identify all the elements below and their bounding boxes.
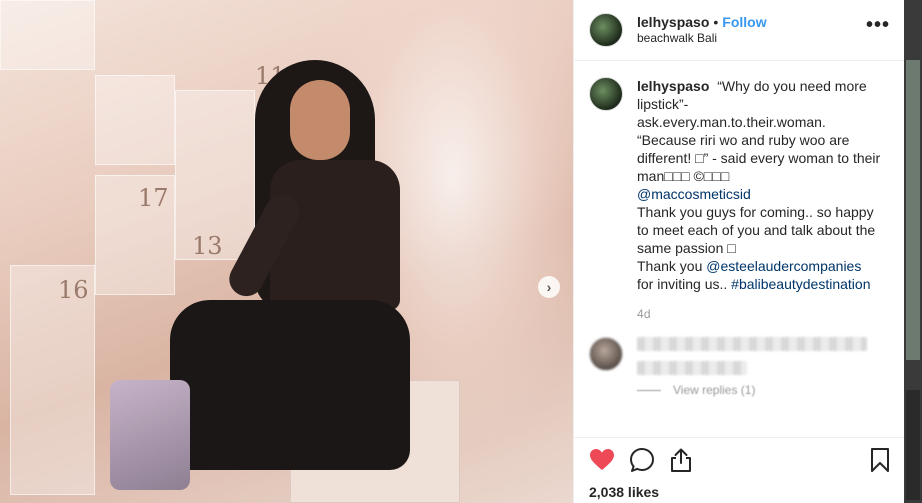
bookmark-icon[interactable] (850, 440, 890, 480)
caption-line: ask.every.man.to.their.woman. (637, 114, 826, 130)
avatar[interactable] (589, 337, 623, 371)
background-strip (904, 0, 922, 503)
shelf (0, 0, 95, 70)
post-photo[interactable]: 11 17 13 16 › (0, 0, 573, 503)
avatar[interactable] (589, 13, 623, 47)
next-photo-button[interactable]: › (538, 276, 560, 298)
shelf (95, 75, 175, 165)
comments-section: lelhyspaso “Why do you need more lipstic… (574, 61, 904, 437)
person-top (270, 160, 400, 310)
view-replies-link[interactable]: View replies (1) (637, 383, 890, 397)
caption-line: Thank you (637, 258, 707, 274)
box-number: 16 (58, 276, 89, 304)
background-block (906, 60, 920, 360)
location-link[interactable]: beachwalk Bali (637, 30, 767, 46)
avatar[interactable] (589, 77, 623, 111)
heart-icon[interactable] (589, 440, 629, 480)
caption-line: for inviting us.. (637, 276, 732, 292)
hashtag-link[interactable]: #balibeautydestination (731, 276, 870, 292)
post-header-text: lelhyspaso • Follow beachwalk Bali (637, 14, 767, 46)
handbag (110, 380, 190, 490)
blurred-comment (637, 337, 867, 385)
caption-username[interactable]: lelhyspaso (637, 78, 709, 94)
person-pants (170, 300, 410, 470)
caption-line: Thank you guys for coming.. so happy to … (637, 204, 876, 256)
separator-dot: • (713, 14, 719, 30)
caption-text: lelhyspaso “Why do you need more lipstic… (637, 77, 881, 323)
mention-link[interactable]: @esteelaudercompanies (706, 258, 861, 274)
actions-bar: 2,038 likes (574, 437, 904, 503)
caption: lelhyspaso “Why do you need more lipstic… (589, 77, 890, 323)
blurred-text (637, 337, 867, 351)
box-number: 17 (138, 184, 169, 212)
share-icon[interactable] (669, 440, 709, 480)
username-link[interactable]: lelhyspaso (637, 14, 709, 30)
blurred-text (637, 361, 747, 375)
action-icons (589, 438, 890, 482)
more-options-icon[interactable]: ••• (866, 14, 890, 37)
person-face (290, 80, 350, 160)
mention-link[interactable]: @maccosmeticsid (637, 185, 881, 203)
box-number: 13 (192, 232, 223, 260)
background-block (906, 390, 920, 500)
comment-icon[interactable] (629, 440, 669, 480)
post-time[interactable]: 4d (637, 305, 881, 323)
likes-count[interactable]: 2,038 likes (589, 484, 890, 500)
follow-button[interactable]: Follow (722, 14, 766, 30)
caption-line: “Because riri wo and ruby woo are differ… (637, 132, 881, 184)
post-panel: lelhyspaso • Follow beachwalk Bali ••• lel… (573, 0, 904, 503)
comment (589, 337, 890, 385)
post-header: lelhyspaso • Follow beachwalk Bali ••• (574, 0, 904, 61)
